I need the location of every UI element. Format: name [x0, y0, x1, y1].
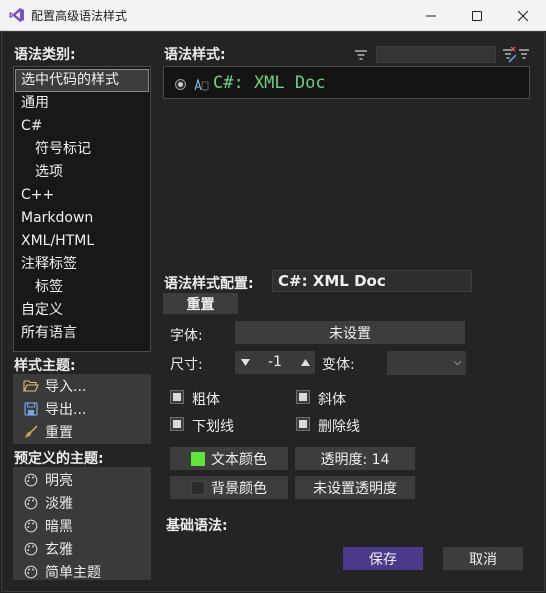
- reset-theme-label: 重置: [45, 424, 73, 441]
- config-heading: 语法样式配置:: [164, 276, 254, 292]
- category-item-comment-tags[interactable]: 注释标签: [15, 253, 149, 276]
- preset-heading: 预定义的主题:: [14, 451, 104, 467]
- config-reset-button[interactable]: 重置: [163, 293, 238, 314]
- categories-heading: 语法类别:: [14, 47, 76, 63]
- preset-theme-label: 明亮: [45, 472, 73, 489]
- size-value[interactable]: -1: [255, 351, 295, 374]
- filter-icon: [355, 50, 367, 60]
- preset-theme-label: 暗黑: [45, 518, 73, 535]
- style-entry-label[interactable]: C#: XML Doc: [213, 73, 326, 93]
- category-item-markdown[interactable]: Markdown: [15, 207, 149, 230]
- broom-icon: [23, 424, 39, 440]
- size-decrement-button[interactable]: [235, 351, 255, 374]
- close-button[interactable]: [500, 0, 546, 31]
- styles-heading: 语法样式:: [164, 47, 226, 63]
- category-item-options[interactable]: 选项: [15, 161, 149, 184]
- text-color-label: 文本颜色: [211, 451, 267, 468]
- export-theme-item[interactable]: 导出...: [13, 397, 151, 420]
- clear-filter-icon: [503, 47, 529, 63]
- minimize-button[interactable]: [408, 0, 454, 31]
- category-item-symbol-markers[interactable]: 符号标记: [15, 138, 149, 161]
- bg-color-label: 背景颜色: [211, 480, 267, 497]
- italic-checkbox[interactable]: [296, 390, 310, 404]
- bold-checkbox[interactable]: [170, 390, 184, 404]
- palette-icon: [23, 518, 39, 534]
- preset-theme-dark[interactable]: 暗黑: [13, 514, 151, 537]
- maximize-button[interactable]: [454, 0, 500, 31]
- underline-label: 下划线: [192, 419, 234, 435]
- strikethrough-checkbox[interactable]: [296, 417, 310, 431]
- clear-filter-button[interactable]: [500, 46, 532, 64]
- theme-actions-panel: 导入... 导出... 重置: [13, 374, 151, 444]
- export-theme-label: 导出...: [45, 401, 87, 418]
- category-item-all-languages[interactable]: 所有语言: [15, 322, 149, 345]
- no-opacity-button[interactable]: 未设置透明度: [295, 476, 415, 499]
- size-label: 尺寸:: [170, 357, 203, 373]
- size-increment-button[interactable]: [295, 351, 315, 374]
- chevron-down-icon: [454, 361, 461, 365]
- variant-label: 变体:: [322, 357, 355, 373]
- close-icon: [518, 10, 528, 21]
- bg-color-swatch: [191, 480, 205, 495]
- import-theme-label: 导入...: [45, 378, 87, 395]
- triangle-down-icon: [240, 359, 250, 366]
- opacity-button[interactable]: 透明度: 14: [295, 447, 415, 470]
- palette-icon: [23, 472, 39, 488]
- preset-theme-light[interactable]: 明亮: [13, 468, 151, 491]
- size-stepper[interactable]: -1: [235, 351, 315, 374]
- bg-color-button[interactable]: 背景颜色: [170, 476, 288, 499]
- category-item-tags[interactable]: 标签: [15, 276, 149, 299]
- cancel-button[interactable]: 取消: [443, 547, 523, 570]
- strikethrough-label: 删除线: [318, 419, 360, 435]
- category-item-cpp[interactable]: C++: [15, 184, 149, 207]
- preset-theme-elegant[interactable]: 淡雅: [13, 491, 151, 514]
- config-name-field[interactable]: C#: XML Doc: [272, 270, 472, 292]
- preset-theme-label: 淡雅: [45, 495, 73, 512]
- xml-doc-style-icon: [193, 76, 209, 92]
- minimize-icon: [426, 15, 436, 16]
- variant-select[interactable]: [387, 351, 466, 375]
- window-title: 配置高级语法样式: [31, 9, 128, 23]
- font-label: 字体:: [170, 328, 203, 344]
- category-item-selected-code[interactable]: 选中代码的样式: [15, 69, 149, 92]
- import-theme-item[interactable]: 导入...: [13, 374, 151, 397]
- palette-icon: [23, 564, 39, 580]
- italic-label: 斜体: [318, 392, 346, 408]
- underline-checkbox[interactable]: [170, 417, 184, 431]
- palette-icon: [23, 541, 39, 557]
- theme-heading: 样式主题:: [14, 358, 76, 374]
- style-search-input[interactable]: [376, 46, 496, 63]
- save-icon: [23, 401, 39, 417]
- maximize-icon: [472, 10, 482, 21]
- preset-theme-simple[interactable]: 简单主题: [13, 560, 151, 583]
- text-color-swatch: [191, 451, 205, 466]
- bold-label: 粗体: [192, 392, 220, 408]
- preset-theme-mystic[interactable]: 玄雅: [13, 537, 151, 560]
- category-item-csharp[interactable]: C#: [15, 115, 149, 138]
- radio-icon[interactable]: [175, 79, 186, 90]
- text-color-button[interactable]: 文本颜色: [170, 447, 288, 470]
- preset-themes-panel: 明亮 淡雅 暗黑 玄雅 简单主题: [13, 467, 151, 583]
- visual-studio-icon: [9, 7, 25, 23]
- preset-theme-label: 玄雅: [45, 541, 73, 558]
- filter-button[interactable]: [351, 46, 371, 64]
- category-item-general[interactable]: 通用: [15, 92, 149, 115]
- category-item-custom[interactable]: 自定义: [15, 299, 149, 322]
- save-button[interactable]: 保存: [343, 547, 423, 570]
- font-select-button[interactable]: 未设置: [235, 321, 465, 344]
- category-item-xml-html[interactable]: XML/HTML: [15, 230, 149, 253]
- reset-theme-item[interactable]: 重置: [13, 420, 151, 443]
- triangle-up-icon: [300, 359, 310, 366]
- palette-icon: [23, 495, 39, 511]
- category-list[interactable]: 选中代码的样式 通用 C# 符号标记 选项 C++ Markdown XML/H…: [13, 66, 151, 352]
- base-syntax-label: 基础语法:: [166, 518, 228, 534]
- folder-open-icon: [23, 378, 39, 394]
- preset-theme-label: 简单主题: [45, 564, 101, 581]
- title-bar: 配置高级语法样式: [0, 0, 546, 31]
